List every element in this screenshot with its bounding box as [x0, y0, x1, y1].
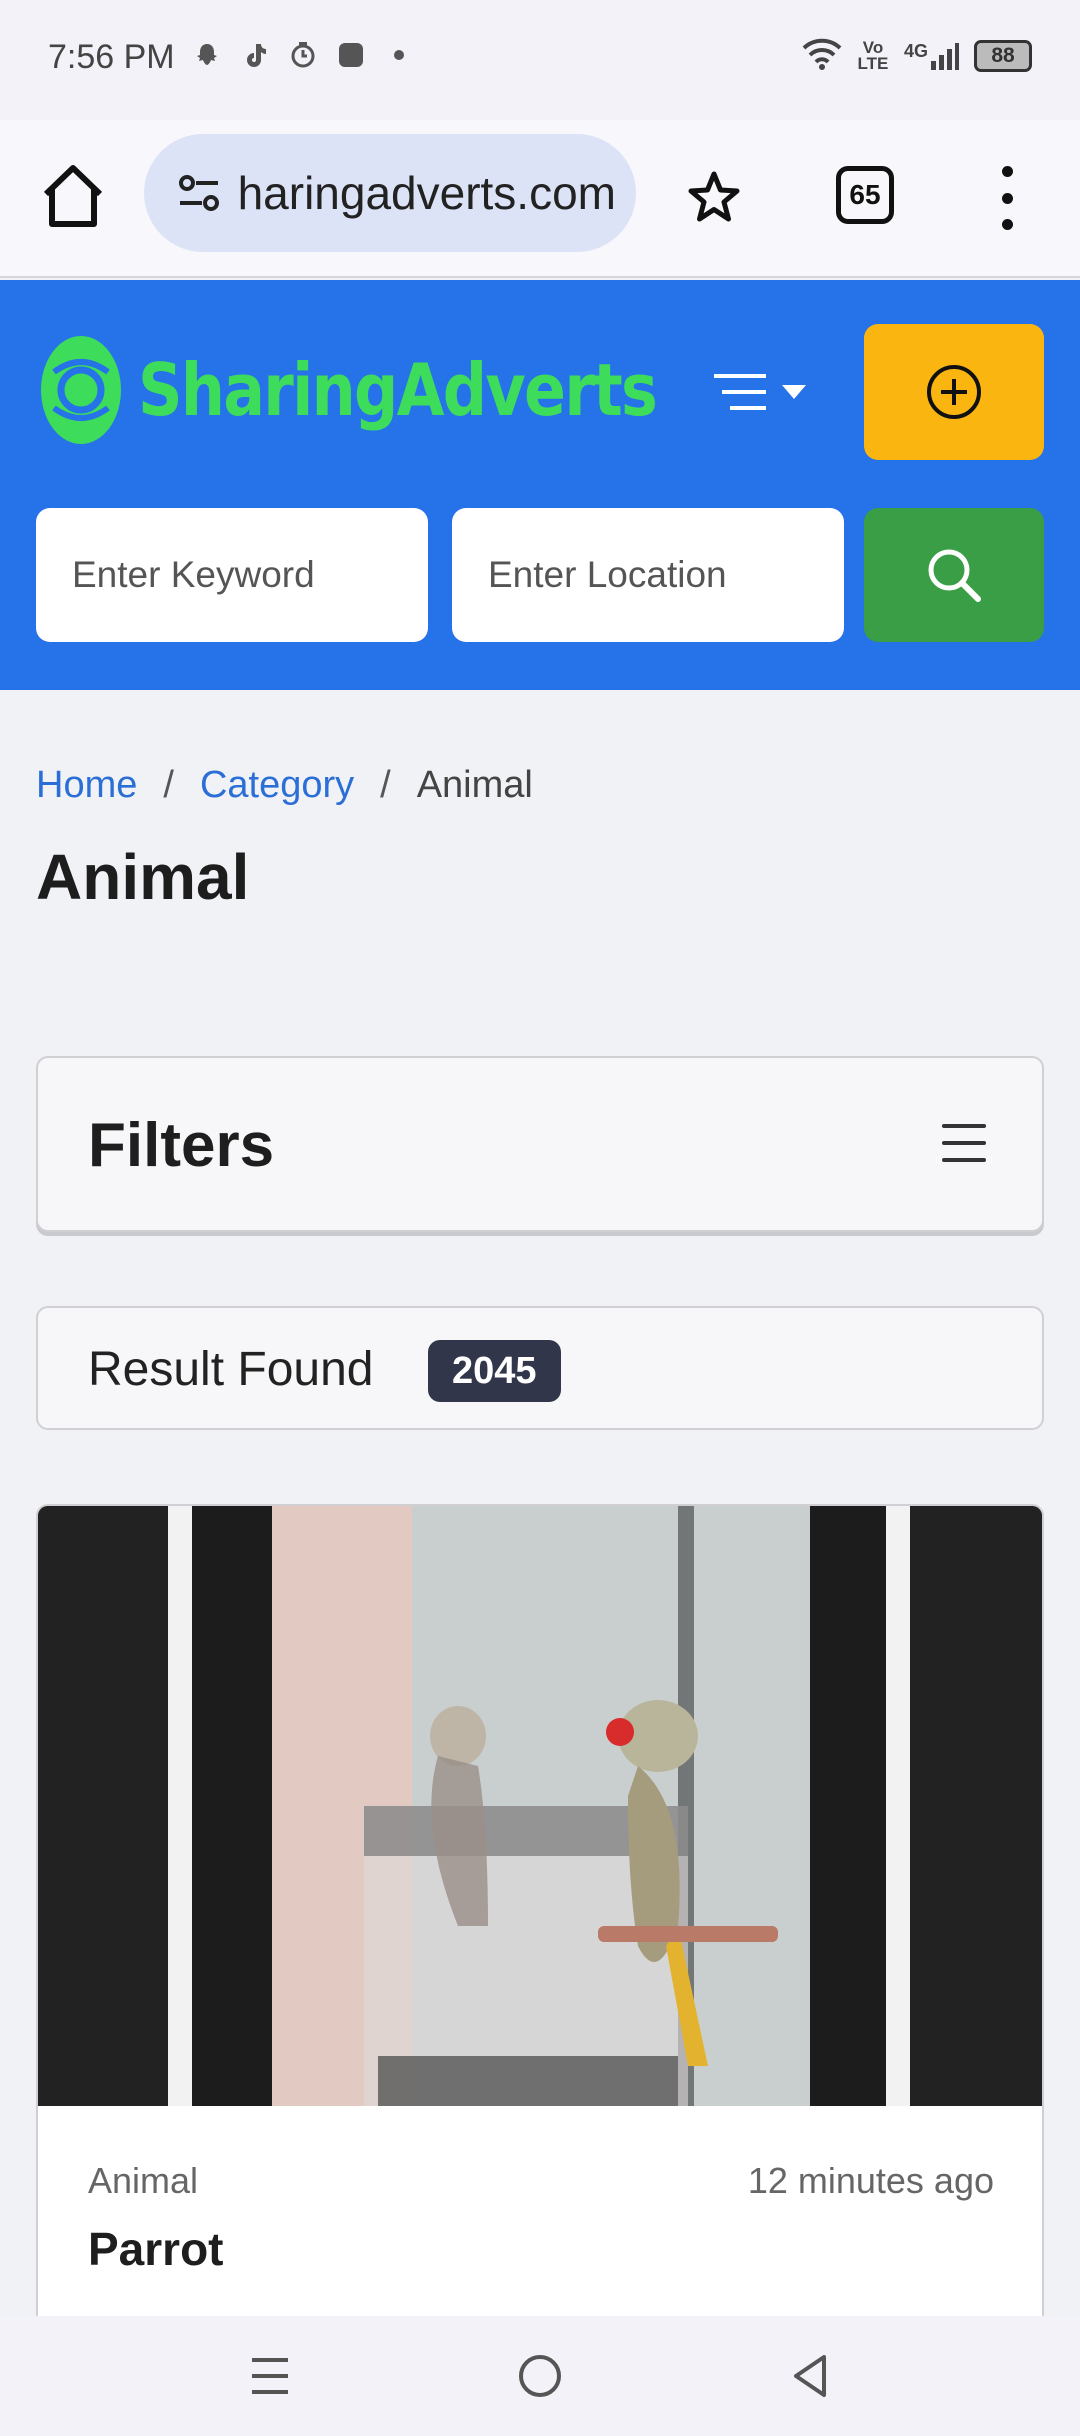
filters-title: Filters	[88, 1111, 275, 1180]
logo-mark-icon	[38, 332, 124, 448]
recents-icon[interactable]	[240, 2346, 300, 2406]
status-right: Vo LTE 4G 88	[802, 36, 1032, 75]
breadcrumb-separator: /	[163, 764, 174, 806]
signal-icon: 4G	[904, 41, 960, 71]
nav-menu-toggle[interactable]	[712, 362, 822, 422]
result-found-bar: Result Found 2045	[36, 1306, 1044, 1430]
site-settings-icon[interactable]	[172, 166, 226, 220]
breadcrumb-separator: /	[380, 764, 391, 806]
post-ad-button[interactable]	[864, 324, 1044, 460]
listing-timestamp: 12 minutes ago	[747, 2160, 994, 2201]
search-icon	[928, 549, 981, 602]
breadcrumb-category[interactable]: Category	[200, 764, 354, 807]
logo-text-adverts: Adverts	[396, 348, 658, 432]
location-input[interactable]	[452, 508, 844, 642]
signal-type: 4G	[903, 40, 928, 61]
page-title: Animal	[36, 841, 250, 913]
filters-menu-icon[interactable]	[942, 1124, 986, 1162]
filters-panel[interactable]: Filters	[36, 1056, 1044, 1232]
tab-switcher-button[interactable]: 65	[836, 166, 894, 224]
search-button[interactable]	[864, 508, 1044, 642]
plus-circle-icon	[927, 365, 981, 419]
tiktok-icon	[240, 40, 270, 70]
status-bar: 7:56 PM Vo LTE 4G 88	[0, 0, 1080, 120]
address-bar[interactable]: sharingadverts.com	[144, 134, 636, 252]
site-logo[interactable]: SharingAdverts	[38, 332, 741, 448]
result-label: Result Found	[88, 1343, 374, 1396]
home-nav-icon[interactable]	[510, 2346, 570, 2406]
listing-card[interactable]: Animal 12 minutes ago Parrot	[36, 1504, 1044, 2364]
breadcrumb: Home / Category / Animal	[36, 764, 533, 807]
browser-menu-icon[interactable]	[992, 166, 1022, 230]
battery-indicator: 88	[974, 39, 1032, 72]
dot-icon	[384, 40, 414, 70]
listing-image[interactable]	[38, 1506, 1042, 2106]
logo-text-sharing: Sharing	[138, 348, 398, 432]
notification-icons	[192, 40, 414, 70]
listing-category[interactable]: Animal	[88, 2160, 198, 2202]
bookmark-star-icon[interactable]	[684, 168, 744, 228]
status-time: 7:56 PM	[48, 38, 175, 76]
home-icon[interactable]	[40, 160, 106, 234]
listing-title[interactable]: Parrot	[88, 2222, 223, 2276]
volte-label: Vo LTE	[857, 37, 889, 73]
browser-toolbar: sharingadverts.com 65	[0, 120, 1080, 278]
back-icon[interactable]	[780, 2346, 840, 2406]
system-nav-bar	[0, 2316, 1080, 2436]
app-icon	[336, 40, 366, 70]
wifi-icon	[802, 36, 842, 75]
breadcrumb-current: Animal	[416, 764, 533, 806]
keyword-input[interactable]	[36, 508, 428, 642]
caret-down-icon	[782, 385, 806, 399]
breadcrumb-home[interactable]: Home	[36, 764, 137, 807]
url-text: sharingadverts.com	[236, 167, 616, 219]
result-count-badge: 2045	[428, 1340, 561, 1402]
site-header: SharingAdverts	[0, 280, 1080, 690]
snapchat-icon	[192, 40, 222, 70]
logo-text: SharingAdverts	[138, 348, 658, 432]
timer-icon	[288, 40, 318, 70]
